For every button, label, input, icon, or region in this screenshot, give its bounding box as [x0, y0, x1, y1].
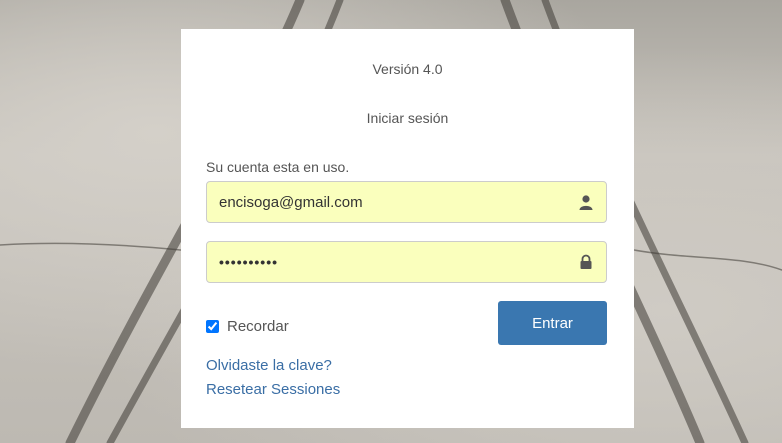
version-label: Versión 4.0 — [372, 61, 443, 77]
login-card: Versión 4.0 Iniciar sesión Su cuenta est… — [181, 29, 634, 428]
remember-checkbox[interactable] — [206, 320, 219, 333]
password-input[interactable] — [219, 242, 569, 282]
lock-icon — [580, 254, 592, 269]
status-message: Su cuenta esta en uso. — [206, 159, 350, 175]
email-field[interactable] — [206, 181, 607, 223]
page-title: Iniciar sesión — [366, 110, 449, 126]
reset-sessions-link[interactable]: Resetear Sessiones — [206, 381, 340, 398]
remember-option[interactable]: Recordar — [206, 318, 289, 335]
email-input[interactable] — [219, 182, 569, 222]
password-field[interactable] — [206, 241, 607, 283]
user-icon — [579, 195, 593, 210]
remember-label: Recordar — [227, 318, 289, 335]
forgot-password-link[interactable]: Olvidaste la clave? — [206, 357, 332, 374]
enter-button[interactable]: Entrar — [498, 301, 607, 345]
